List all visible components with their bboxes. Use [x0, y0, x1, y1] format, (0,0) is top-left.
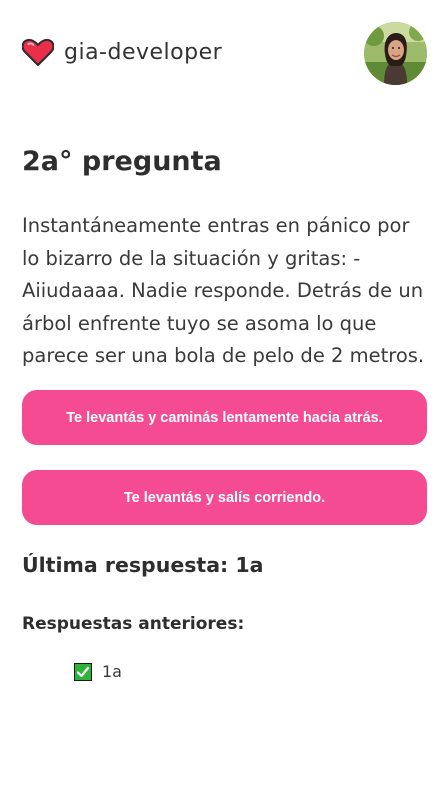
previous-answers-heading: Respuestas anteriores:: [22, 614, 245, 634]
avatar[interactable]: [364, 22, 427, 85]
previous-answers-list: 1a: [74, 662, 122, 681]
question-title: 2a° pregunta: [22, 146, 222, 177]
option-button-2[interactable]: Te levantás y salís corriendo.: [22, 470, 427, 525]
last-answer: Última respuesta: 1a: [22, 553, 264, 577]
brand-name: gia-developer: [64, 39, 223, 65]
page: gia-developer 2a° pregunta Instantáneame…: [0, 0, 448, 798]
question-text: Instantáneamente entras en pánico por lo…: [22, 214, 425, 367]
heart-icon: [21, 38, 55, 66]
previous-answer-label: 1a: [102, 662, 122, 681]
header: gia-developer: [21, 22, 427, 85]
brand[interactable]: gia-developer: [21, 38, 223, 66]
option-button-1[interactable]: Te levantás y caminás lentamente hacia a…: [22, 390, 427, 445]
list-item: 1a: [74, 662, 122, 681]
check-icon: [74, 662, 92, 681]
